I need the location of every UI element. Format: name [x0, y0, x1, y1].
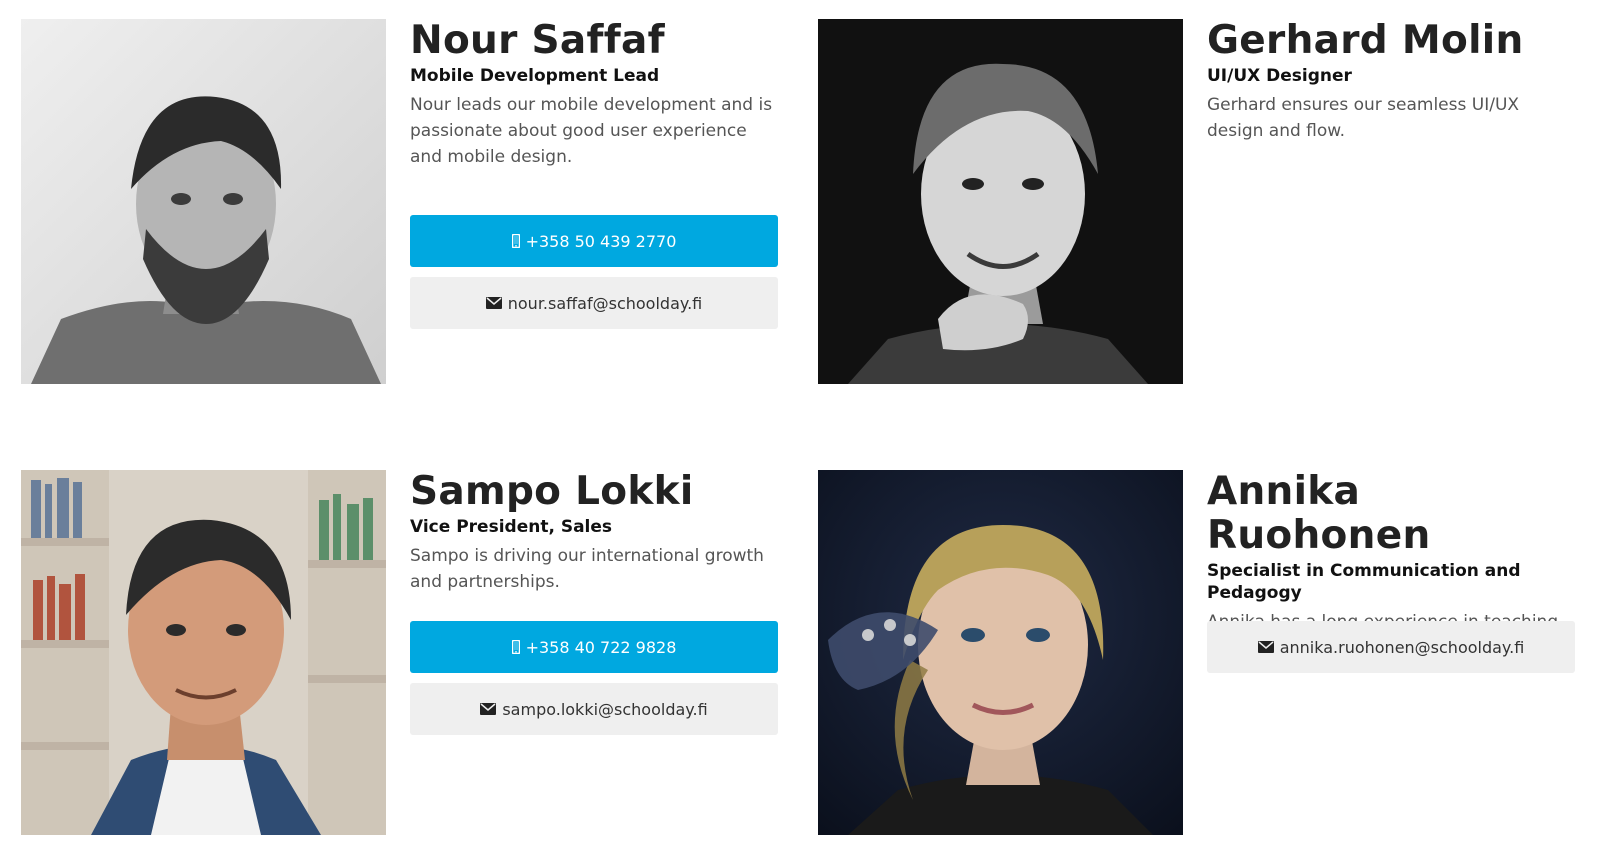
member-role: Vice President, Sales [410, 517, 613, 537]
envelope-icon [480, 703, 497, 715]
member-role: Specialist in Communication and Pedagogy [1207, 561, 1521, 603]
email-address: sampo.lokki@schoolday.fi [502, 699, 708, 719]
phone-number: +358 50 439 2770 [525, 231, 677, 251]
gerhard-molin-photo [818, 19, 1183, 384]
team-card-gerhard-molin: Gerhard Molin UI/UX Designer Gerhard ens… [818, 19, 1578, 389]
sampo-lokki-photo [21, 470, 386, 835]
nour-saffaf-info: Nour Saffaf Mobile Development Lead Nour… [410, 18, 780, 329]
member-name: Annika Ruohonen [1207, 469, 1431, 558]
phone-button[interactable]: +358 40 722 9828 [410, 621, 778, 673]
annika-ruohonen-info: Annika Ruohonen Specialist in Communicat… [1207, 469, 1577, 673]
phone-button[interactable]: +358 50 439 2770 [410, 215, 778, 267]
member-name: Nour Saffaf [410, 18, 665, 63]
nour-saffaf-photo [21, 19, 386, 384]
team-grid: Nour Saffaf Mobile Development Lead Nour… [0, 0, 1600, 851]
envelope-icon [485, 297, 502, 309]
team-card-nour-saffaf: Nour Saffaf Mobile Development Lead Nour… [21, 19, 781, 389]
email-address: annika.ruohonen@schoolday.fi [1279, 637, 1525, 657]
phone-number: +358 40 722 9828 [525, 637, 677, 657]
mobile-phone-icon [511, 640, 520, 654]
team-card-annika-ruohonen: Annika Ruohonen Specialist in Communicat… [818, 470, 1578, 840]
annika-ruohonen-photo [818, 470, 1183, 835]
member-name: Sampo Lokki [410, 469, 694, 514]
email-address: nour.saffaf@schoolday.fi [507, 293, 703, 313]
member-description: Gerhard ensures our seamless UI/UX desig… [1207, 95, 1520, 141]
team-card-sampo-lokki: Sampo Lokki Vice President, Sales Sampo … [21, 470, 781, 840]
email-button[interactable]: nour.saffaf@schoolday.fi [410, 277, 778, 329]
member-name: Gerhard Molin [1207, 18, 1524, 63]
email-button[interactable]: sampo.lokki@schoolday.fi [410, 683, 778, 735]
email-button[interactable]: annika.ruohonen@schoolday.fi [1207, 621, 1575, 673]
sampo-lokki-info: Sampo Lokki Vice President, Sales Sampo … [410, 469, 780, 735]
member-description: Sampo is driving our international growt… [410, 546, 764, 592]
gerhard-molin-info: Gerhard Molin UI/UX Designer Gerhard ens… [1207, 19, 1577, 144]
envelope-icon [1257, 641, 1274, 653]
member-role: UI/UX Designer [1207, 66, 1352, 86]
member-description: Nour leads our mobile development and is… [410, 95, 773, 167]
mobile-phone-icon [511, 234, 520, 248]
member-role: Mobile Development Lead [410, 66, 660, 86]
